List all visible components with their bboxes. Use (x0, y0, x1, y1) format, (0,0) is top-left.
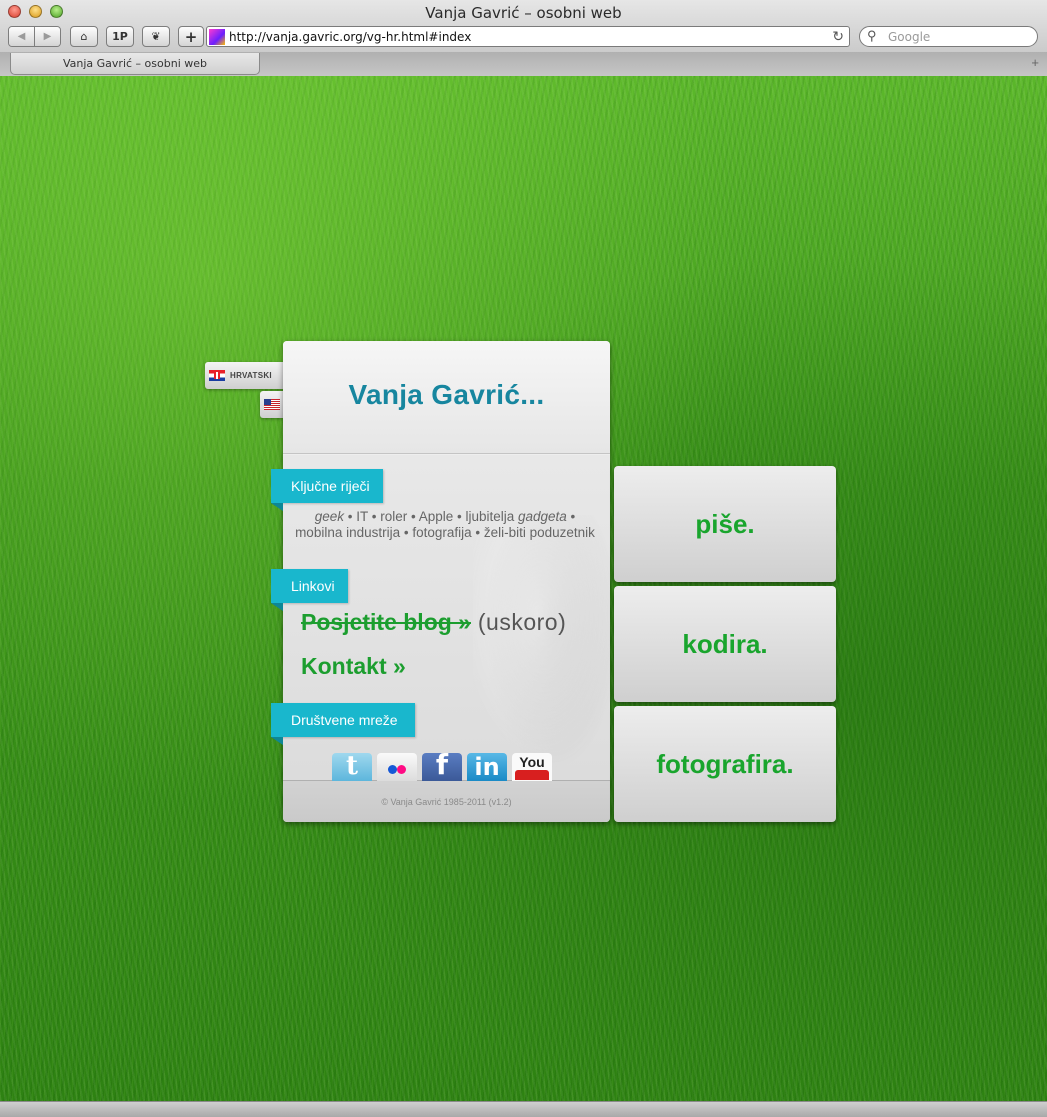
search-placeholder: Google (888, 30, 931, 44)
social-heading: Društvene mreže (291, 712, 398, 728)
home-icon: ⌂ (80, 30, 88, 43)
section-label-social: Društvene mreže (271, 703, 415, 745)
reload-icon[interactable]: ↻ (832, 28, 844, 45)
facebook-icon[interactable]: f (422, 753, 462, 781)
youtube-icon[interactable]: You (512, 753, 552, 781)
tile-writes-label: piše. (695, 508, 755, 539)
social-icons: t f in You (332, 753, 552, 781)
search-icon: ⚲ (867, 28, 877, 43)
links-heading: Linkovi (291, 578, 335, 594)
twitter-icon[interactable]: t (332, 753, 372, 781)
keyword-geek: geek (314, 509, 344, 524)
us-flag-icon (264, 399, 280, 410)
tab-label: Vanja Gavrić – osobni web (62, 57, 207, 70)
back-button[interactable]: ◀ (9, 27, 34, 46)
add-bookmark-label: + (184, 27, 198, 46)
tile-writes[interactable]: piše. (614, 466, 836, 582)
language-croatian-button[interactable]: HRVATSKI (205, 362, 283, 389)
browser-toolbar: ◀ ▶ ⌂ 1P ❦ + http://vanja.gavric.org/vg-… (0, 24, 1047, 52)
new-tab-icon[interactable]: + (1031, 55, 1039, 70)
linkedin-glyph: in (474, 753, 500, 781)
top-sites-button[interactable]: 1P (106, 26, 134, 47)
add-bookmark-button[interactable]: + (178, 26, 204, 47)
coming-soon-text: (uskoro) (470, 609, 567, 635)
address-bar[interactable]: http://vanja.gavric.org/vg-hr.html#index… (206, 26, 850, 47)
leaf-extension-button[interactable]: ❦ (142, 26, 170, 47)
tile-codes-label: kodira. (682, 628, 768, 659)
tile-codes[interactable]: kodira. (614, 586, 836, 702)
section-label-links: Linkovi (271, 569, 348, 611)
top-sites-label: 1P (112, 30, 128, 43)
card-header: Vanja Gavrić... (283, 341, 610, 454)
back-forward-buttons: ◀ ▶ (8, 26, 61, 47)
blog-link[interactable]: Posjetite blog » (301, 609, 471, 635)
youtube-glyph: You (519, 754, 545, 770)
window-title: Vanja Gavrić – osobni web (425, 4, 622, 22)
title-bar: Vanja Gavrić – osobni web (0, 0, 1047, 24)
tile-photographs[interactable]: fotografira. (614, 706, 836, 822)
section-label-keywords: Ključne riječi (271, 469, 383, 511)
language-croatian-label: HRVATSKI (230, 371, 272, 380)
croatian-flag-icon (209, 370, 225, 381)
twitter-glyph: t (345, 753, 358, 781)
youtube-tube-shape (515, 770, 549, 780)
page-viewport: HRVATSKI Vanja Gavrić... © Vanja Gavrić … (0, 76, 1047, 1101)
tile-photographs-label: fotografira. (656, 748, 794, 779)
tab-bar: Vanja Gavrić – osobni web + (0, 52, 1047, 76)
copyright-text: © Vanja Gavrić 1985-2011 (v1.2) (381, 796, 512, 807)
home-button[interactable]: ⌂ (70, 26, 98, 47)
leaf-icon: ❦ (151, 30, 161, 43)
site-title: Vanja Gavrić... (348, 379, 545, 410)
browser-chrome: Vanja Gavrić – osobni web ◀ ▶ ⌂ 1P ❦ + h… (0, 0, 1047, 76)
tab-active[interactable]: Vanja Gavrić – osobni web (10, 53, 260, 75)
keywords-heading: Ključne riječi (291, 478, 370, 494)
keywords-part1: • IT • roler • Apple • ljubitelja (344, 509, 518, 524)
address-url[interactable]: http://vanja.gavric.org/vg-hr.html#index (229, 30, 471, 44)
keywords-text: geek • IT • roler • Apple • ljubitelja g… (293, 509, 597, 541)
site-favicon-icon (209, 29, 225, 45)
facebook-glyph: f (435, 753, 449, 781)
card-footer: © Vanja Gavrić 1985-2011 (v1.2) (283, 780, 610, 822)
contact-link-row: Kontakt » (301, 653, 406, 680)
search-field[interactable]: ⚲ Google (859, 26, 1038, 47)
language-english-button[interactable] (260, 391, 283, 418)
linkedin-icon[interactable]: in (467, 753, 507, 781)
keyword-gadgeta: gadgeta (517, 509, 567, 524)
forward-button[interactable]: ▶ (34, 27, 60, 46)
status-bar (0, 1101, 1047, 1117)
blog-link-row: Posjetite blog » (uskoro) (301, 609, 566, 636)
portrait-image (473, 515, 610, 780)
contact-link[interactable]: Kontakt » (301, 653, 406, 679)
flickr-icon[interactable] (377, 753, 417, 781)
